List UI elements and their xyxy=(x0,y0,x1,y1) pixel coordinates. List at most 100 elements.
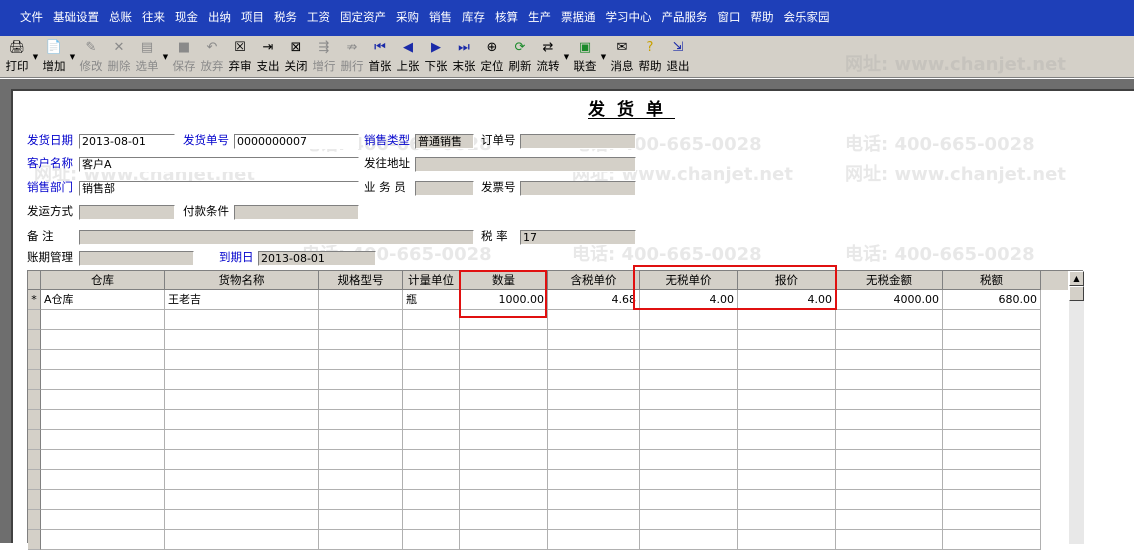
help-button[interactable]: ? 帮助 xyxy=(636,38,664,76)
table-cell[interactable] xyxy=(738,490,836,510)
table-cell[interactable] xyxy=(640,430,738,450)
menu-item[interactable]: 总账 xyxy=(109,9,132,25)
table-cell[interactable] xyxy=(41,530,165,550)
table-cell[interactable] xyxy=(319,430,403,450)
add-row-button[interactable]: ⇶ 增行 xyxy=(310,38,338,76)
menu-item[interactable]: 采购 xyxy=(396,9,419,25)
table-cell[interactable] xyxy=(165,310,319,330)
table-cell[interactable] xyxy=(403,530,460,550)
invoice-no-field[interactable] xyxy=(520,181,636,196)
prev-record-button[interactable]: ◀ 上张 xyxy=(394,38,422,76)
col-header-tax-price[interactable]: 含税单价 xyxy=(548,271,640,290)
table-cell[interactable] xyxy=(165,370,319,390)
table-row[interactable] xyxy=(28,350,1068,370)
table-cell[interactable] xyxy=(165,510,319,530)
table-cell[interactable] xyxy=(403,390,460,410)
menu-item[interactable]: 帮助 xyxy=(751,9,774,25)
cell-spec[interactable] xyxy=(319,290,403,310)
table-row[interactable] xyxy=(28,410,1068,430)
menu-item[interactable]: 文件 xyxy=(20,9,43,25)
table-cell[interactable] xyxy=(640,470,738,490)
select-order-dropdown-arrow[interactable]: ▼ xyxy=(161,38,170,76)
table-cell[interactable] xyxy=(460,490,548,510)
table-cell[interactable] xyxy=(738,410,836,430)
table-cell[interactable] xyxy=(640,390,738,410)
table-cell[interactable] xyxy=(943,490,1041,510)
delete-button[interactable]: ✕ 删除 xyxy=(105,38,133,76)
table-cell[interactable] xyxy=(943,470,1041,490)
table-cell[interactable] xyxy=(548,330,640,350)
menu-item[interactable]: 往来 xyxy=(142,9,165,25)
table-cell[interactable] xyxy=(403,430,460,450)
link-query-button[interactable]: ▣ 联查 xyxy=(571,38,599,76)
table-cell[interactable] xyxy=(41,330,165,350)
table-cell[interactable] xyxy=(640,410,738,430)
print-dropdown-arrow[interactable]: ▼ xyxy=(31,38,40,76)
cell-quote[interactable]: 4.00 xyxy=(738,290,836,310)
table-cell[interactable] xyxy=(836,510,943,530)
table-cell[interactable] xyxy=(41,450,165,470)
table-cell[interactable] xyxy=(319,470,403,490)
table-cell[interactable] xyxy=(548,470,640,490)
table-cell[interactable] xyxy=(640,310,738,330)
table-cell[interactable] xyxy=(943,310,1041,330)
last-record-button[interactable]: ⏭ 末张 xyxy=(450,38,478,76)
add-dropdown-arrow[interactable]: ▼ xyxy=(68,38,77,76)
vertical-scrollbar[interactable]: ▲ xyxy=(1068,271,1084,544)
table-cell[interactable] xyxy=(738,510,836,530)
table-cell[interactable] xyxy=(836,310,943,330)
table-cell[interactable] xyxy=(460,510,548,530)
table-row[interactable] xyxy=(28,510,1068,530)
table-cell[interactable] xyxy=(319,370,403,390)
col-header-notax-price[interactable]: 无税单价 xyxy=(640,271,738,290)
table-cell[interactable] xyxy=(41,310,165,330)
ship-date-field[interactable]: 2013-08-01 xyxy=(79,134,175,149)
table-cell[interactable] xyxy=(548,490,640,510)
modify-button[interactable]: ✎ 修改 xyxy=(77,38,105,76)
table-row[interactable] xyxy=(28,370,1068,390)
table-cell[interactable] xyxy=(548,430,640,450)
table-cell[interactable] xyxy=(738,370,836,390)
close-button[interactable]: ⊠ 关闭 xyxy=(282,38,310,76)
pay-terms-field[interactable] xyxy=(234,205,359,220)
table-row[interactable] xyxy=(28,490,1068,510)
table-row[interactable] xyxy=(28,450,1068,470)
table-cell[interactable] xyxy=(41,410,165,430)
table-cell[interactable] xyxy=(640,490,738,510)
remark-field[interactable] xyxy=(79,230,474,245)
scroll-up-arrow-icon[interactable]: ▲ xyxy=(1069,271,1084,286)
table-cell[interactable] xyxy=(836,410,943,430)
table-cell[interactable] xyxy=(403,350,460,370)
tax-rate-field[interactable]: 17 xyxy=(520,230,636,245)
table-cell[interactable] xyxy=(738,430,836,450)
table-cell[interactable] xyxy=(548,390,640,410)
menu-item[interactable]: 票据通 xyxy=(561,9,596,25)
table-cell[interactable] xyxy=(836,530,943,550)
table-cell[interactable] xyxy=(738,390,836,410)
exit-button[interactable]: ⇲ 退出 xyxy=(664,38,692,76)
table-cell[interactable] xyxy=(165,470,319,490)
table-cell[interactable] xyxy=(548,450,640,470)
menu-item[interactable]: 窗口 xyxy=(718,9,741,25)
table-cell[interactable] xyxy=(403,510,460,530)
table-cell[interactable] xyxy=(319,510,403,530)
table-cell[interactable] xyxy=(836,350,943,370)
ship-method-field[interactable] xyxy=(79,205,175,220)
table-row[interactable] xyxy=(28,390,1068,410)
table-cell[interactable] xyxy=(403,370,460,390)
table-cell[interactable] xyxy=(836,370,943,390)
table-cell[interactable] xyxy=(319,410,403,430)
menu-item[interactable]: 现金 xyxy=(175,9,198,25)
table-cell[interactable] xyxy=(319,350,403,370)
col-header-warehouse[interactable]: 仓库 xyxy=(41,271,165,290)
table-cell[interactable] xyxy=(165,390,319,410)
menu-item[interactable]: 生产 xyxy=(528,9,551,25)
order-no-field[interactable] xyxy=(520,134,636,149)
table-cell[interactable] xyxy=(165,410,319,430)
table-cell[interactable] xyxy=(403,410,460,430)
table-cell[interactable] xyxy=(943,350,1041,370)
menu-item[interactable]: 出纳 xyxy=(208,9,231,25)
table-cell[interactable] xyxy=(943,410,1041,430)
message-button[interactable]: ✉ 消息 xyxy=(608,38,636,76)
table-cell[interactable] xyxy=(319,490,403,510)
